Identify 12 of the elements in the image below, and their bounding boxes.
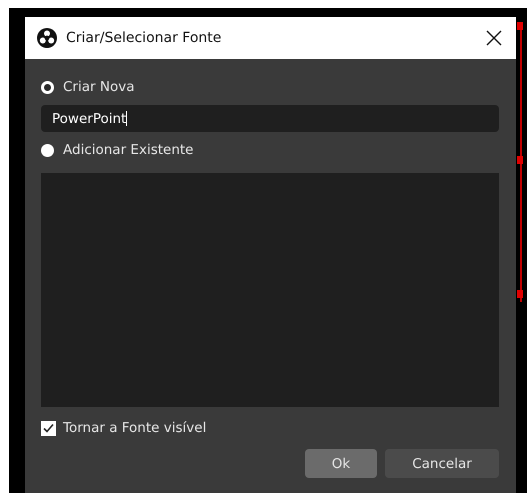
radio-icon[interactable]: [41, 80, 54, 94]
radio-option[interactable]: Criar Nova: [41, 69, 499, 105]
radio-option[interactable]: Adicionar Existente: [41, 132, 499, 168]
close-icon[interactable]: [486, 30, 502, 46]
app-logo-icon: [37, 28, 57, 48]
window-title: Criar/Selecionar Fonte: [66, 30, 222, 46]
dialog-button[interactable]: Cancelar: [385, 449, 499, 478]
name-field[interactable]: PowerPoint: [41, 105, 499, 132]
radio-icon[interactable]: [41, 144, 54, 156]
visible-checkbox[interactable]: Tornar a Fonte visível: [41, 407, 499, 449]
checkbox-icon[interactable]: [41, 420, 56, 436]
dialog-button[interactable]: Ok: [305, 449, 377, 478]
